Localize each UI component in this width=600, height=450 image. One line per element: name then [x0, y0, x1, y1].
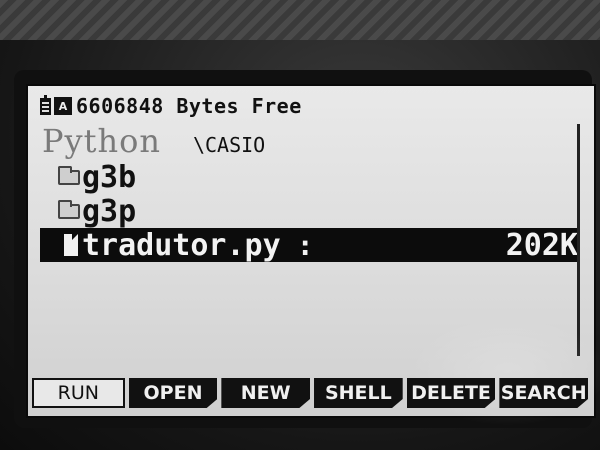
folder-item-g3p[interactable]: g3p	[36, 193, 576, 229]
battery-icon	[40, 94, 51, 115]
file-list: g3b g3p tradutor.py : 202K	[36, 159, 580, 263]
open-button[interactable]: OPEN	[128, 378, 218, 408]
file-separator: :	[296, 228, 314, 262]
file-name: tradutor.py	[82, 227, 281, 263]
delete-button[interactable]: DELETE	[406, 378, 496, 408]
calculator-bezel-top	[0, 0, 600, 40]
header: Python \CASIO	[42, 122, 265, 160]
run-button[interactable]: RUN	[32, 378, 125, 408]
new-button[interactable]: NEW	[221, 378, 311, 408]
folder-name: g3b	[82, 159, 137, 195]
folder-icon	[58, 199, 80, 219]
scrollbar[interactable]	[577, 124, 580, 356]
shell-button[interactable]: SHELL	[314, 378, 403, 408]
search-button[interactable]: SEARCH	[499, 378, 589, 408]
app-title: Python	[42, 122, 161, 160]
alpha-mode-label: A	[58, 99, 68, 113]
folder-icon	[58, 165, 80, 185]
folder-name: g3p	[82, 193, 137, 229]
alpha-mode-icon: A	[54, 97, 72, 115]
folder-item-g3b[interactable]: g3b	[36, 159, 576, 195]
current-path: \CASIO	[192, 133, 266, 157]
calculator-screen: A 6606848 Bytes Free Python \CASIO g3b g…	[26, 84, 600, 426]
file-icon	[64, 234, 78, 256]
file-size: 202K	[505, 227, 578, 263]
free-memory-text: 6606848 Bytes Free	[76, 94, 302, 118]
file-item-selected[interactable]: tradutor.py : 202K	[40, 227, 580, 263]
function-key-bar: RUN OPEN NEW SHELL DELETE SEARCH	[32, 378, 589, 412]
status-bar: A 6606848 Bytes Free	[40, 92, 580, 120]
